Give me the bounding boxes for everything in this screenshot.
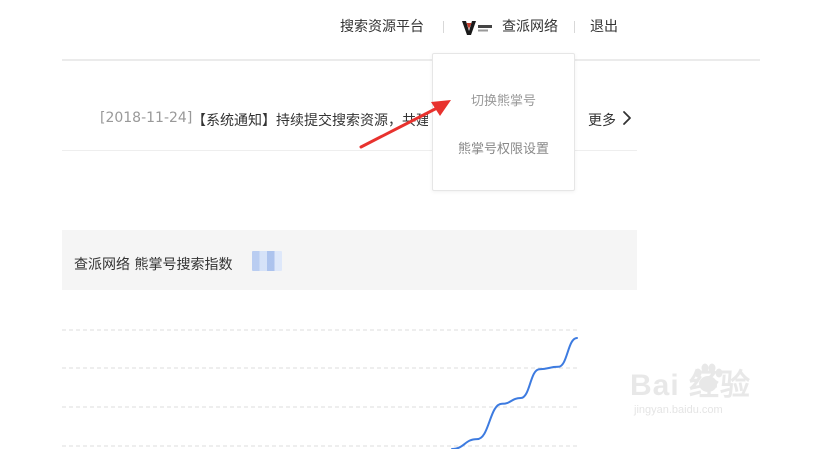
annotation-arrow-icon: [359, 100, 451, 149]
nav-separator: [574, 21, 575, 33]
baidu-jingyan-watermark: Bai 经验 jingyan.baidu.com: [630, 360, 790, 440]
series-line: [451, 337, 578, 449]
page-root: 搜索资源平台 查派网络 退出 [2018-11-24] 【系统通知】持续提交搜索…: [0, 0, 822, 449]
search-index-panel: 查派网络 熊掌号搜索指数 200: [62, 230, 637, 290]
top-navigation: 搜索资源平台 查派网络 退出: [0, 0, 822, 56]
logout-link[interactable]: 退出: [590, 18, 618, 36]
search-index-chart: [62, 329, 578, 449]
account-avatar-icon[interactable]: [460, 17, 494, 37]
nav-separator: [443, 21, 444, 33]
chevron-right-icon[interactable]: [620, 109, 634, 127]
chart-grid: [62, 329, 578, 447]
search-index-title: 查派网络 熊掌号搜索指数: [74, 257, 233, 273]
notice-more-link[interactable]: 更多: [588, 110, 616, 130]
notice-date: [2018-11-24]: [100, 110, 193, 126]
paw-icon: [694, 363, 723, 392]
search-index-value: 200: [252, 251, 282, 271]
header-divider: [62, 59, 760, 61]
platform-link[interactable]: 搜索资源平台: [340, 18, 424, 36]
watermark-sub-text: jingyan.baidu.com: [634, 404, 723, 416]
account-name[interactable]: 查派网络: [502, 18, 558, 36]
